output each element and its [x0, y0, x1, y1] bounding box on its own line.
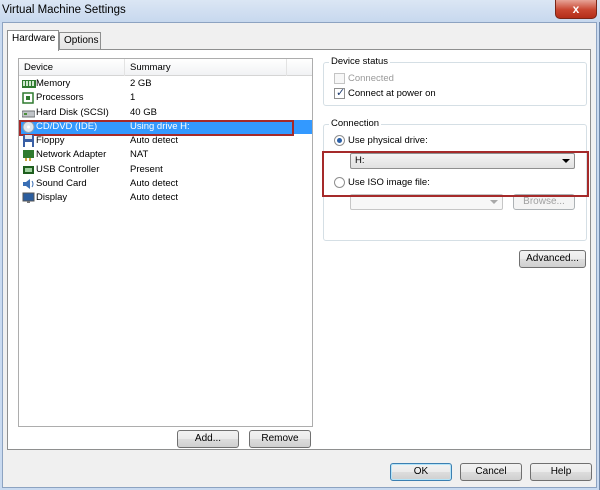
device-row-hard-disk[interactable]: Hard Disk (SCSI) 40 GB: [19, 106, 312, 120]
chevron-down-icon: [490, 200, 498, 204]
chevron-down-icon: [562, 159, 570, 163]
browse-button[interactable]: Browse...: [513, 194, 575, 210]
use-physical-drive-label: Use physical drive:: [348, 135, 428, 146]
device-name: Hard Disk (SCSI): [36, 106, 109, 118]
usb-controller-icon: [22, 164, 35, 176]
device-name: CD/DVD (IDE): [36, 120, 98, 132]
device-row-processors[interactable]: Processors 1: [19, 91, 312, 105]
device-name: Display: [36, 192, 68, 204]
device-row-floppy[interactable]: Floppy Auto detect: [19, 134, 312, 148]
device-row-display[interactable]: Display Auto detect: [19, 191, 312, 205]
ok-button[interactable]: OK: [390, 463, 452, 481]
device-list-header: Device Summary: [19, 59, 312, 76]
sound-card-icon: [22, 178, 35, 190]
device-name: Memory: [36, 78, 71, 89]
device-summary: Auto detect: [130, 178, 179, 190]
tab-hardware[interactable]: Hardware: [7, 30, 59, 51]
connected-checkbox[interactable]: [334, 73, 345, 84]
cancel-button[interactable]: Cancel: [460, 463, 522, 481]
window-title: Virtual Machine Settings: [2, 4, 126, 16]
device-status-group: Device status Connected ✓ Connect at pow…: [323, 56, 587, 106]
connection-title: Connection: [329, 118, 382, 129]
use-iso-image-label: Use ISO image file:: [348, 177, 430, 188]
device-row-usb-controller[interactable]: USB Controller Present: [19, 163, 312, 177]
checkmark-icon: ✓: [336, 87, 346, 99]
remove-device-button[interactable]: Remove: [249, 430, 311, 448]
device-row-network-adapter[interactable]: Network Adapter NAT: [19, 148, 312, 162]
tab-options[interactable]: Options: [59, 32, 101, 50]
close-icon: x: [572, 2, 580, 16]
network-adapter-icon: [22, 149, 35, 162]
help-button[interactable]: Help: [530, 463, 592, 481]
connect-at-power-on-label: Connect at power on: [348, 88, 436, 99]
device-summary: 40 GB: [130, 106, 157, 118]
hardware-tab-panel: Device Summary Memory 2 GB Processors 1 …: [7, 49, 591, 450]
dialog-body: Hardware Options Device Summary Memory 2…: [2, 22, 597, 488]
device-summary: 2 GB: [130, 78, 152, 89]
column-header-device[interactable]: Device: [19, 59, 125, 76]
device-summary: Using drive H:: [130, 120, 190, 132]
device-name: USB Controller: [36, 163, 100, 175]
physical-drive-select[interactable]: H:: [350, 153, 575, 169]
display-icon: [22, 192, 35, 204]
processor-icon: [22, 92, 35, 105]
device-summary: 1: [130, 92, 136, 104]
add-device-button[interactable]: Add...: [177, 430, 239, 448]
device-name: Sound Card: [36, 178, 87, 190]
device-name: Floppy: [36, 135, 65, 147]
device-summary: NAT: [130, 149, 149, 161]
connected-label: Connected: [348, 73, 394, 84]
device-status-title: Device status: [329, 56, 391, 67]
device-summary: Auto detect: [130, 192, 179, 204]
device-row-sound-card[interactable]: Sound Card Auto detect: [19, 177, 312, 191]
memory-icon: [22, 78, 36, 90]
close-button[interactable]: x: [555, 0, 597, 19]
advanced-button[interactable]: Advanced...: [519, 250, 586, 268]
physical-drive-value: H:: [355, 155, 365, 166]
device-list[interactable]: Device Summary Memory 2 GB Processors 1 …: [18, 58, 313, 427]
connection-group: Connection Use physical drive: H: Use IS…: [323, 118, 587, 241]
floppy-icon: [22, 135, 35, 148]
device-name: Processors: [36, 92, 84, 104]
cd-dvd-icon: [22, 120, 35, 133]
device-summary: Present: [130, 163, 163, 175]
device-name: Network Adapter: [36, 149, 107, 161]
device-summary: Auto detect: [130, 135, 179, 147]
device-row-memory[interactable]: Memory 2 GB: [19, 77, 312, 91]
device-row-cd-dvd[interactable]: CD/DVD (IDE) Using drive H:: [19, 119, 312, 136]
column-header-summary[interactable]: Summary: [125, 59, 287, 76]
virtual-machine-settings-window: Virtual Machine Settings x Hardware Opti…: [0, 0, 600, 490]
radio-selected-dot: [337, 138, 342, 143]
hard-disk-icon: [21, 107, 36, 119]
connect-at-power-on-checkbox[interactable]: ✓: [334, 87, 346, 99]
title-bar: Virtual Machine Settings x: [0, 0, 600, 22]
device-rows: Memory 2 GB Processors 1 Hard Disk (SCSI…: [19, 77, 312, 206]
iso-image-path-combo[interactable]: [350, 194, 503, 210]
use-iso-image-radio[interactable]: [334, 177, 345, 188]
use-physical-drive-radio[interactable]: [334, 135, 345, 146]
